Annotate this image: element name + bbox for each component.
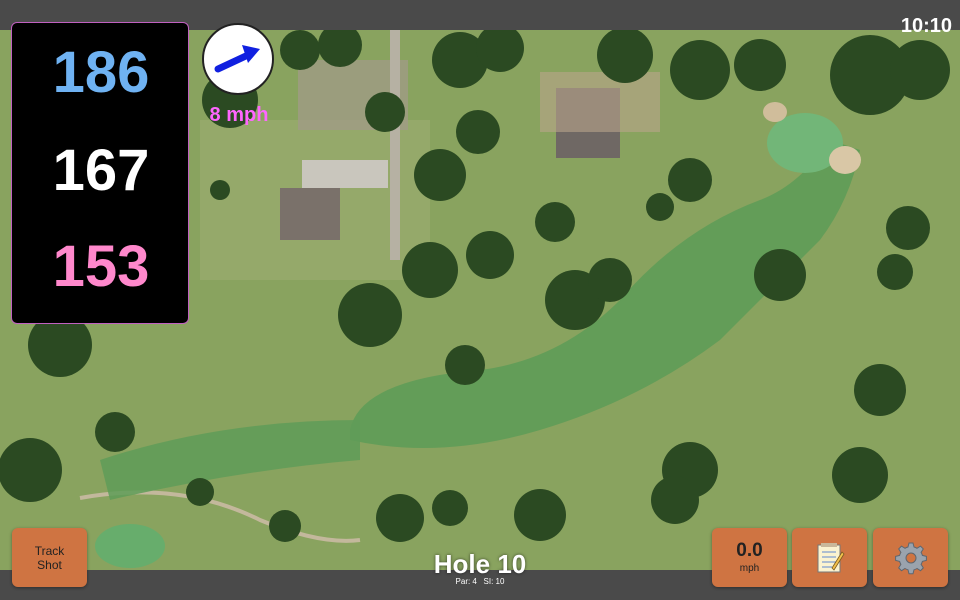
stroke-index-label: SI: 10 xyxy=(483,577,505,586)
speed-unit: mph xyxy=(739,562,760,574)
back-yardage: 186 xyxy=(52,40,150,105)
clock: 10:10 xyxy=(900,15,952,37)
notes-button[interactable] xyxy=(792,528,867,587)
track-shot-label-line1: Track xyxy=(34,543,65,558)
notepad-icon xyxy=(817,542,845,572)
speed-button[interactable]: 0.0 mph xyxy=(712,528,787,587)
hole-info: Par: 4 SI: 10 xyxy=(380,577,580,587)
center-yardage: 167 xyxy=(52,138,150,203)
yardage-panel: 186 167 153 xyxy=(11,22,189,324)
speed-value: 0.0 xyxy=(736,539,763,561)
wind-indicator xyxy=(202,23,274,95)
track-shot-button[interactable]: Track Shot xyxy=(12,528,87,587)
wind-direction-arrow-icon xyxy=(214,45,260,73)
hole-title: Hole 10 xyxy=(433,549,527,579)
front-yardage: 153 xyxy=(52,234,150,299)
track-shot-label-line2: Shot xyxy=(37,557,62,572)
par-label: Par: 4 xyxy=(455,577,477,586)
gear-icon xyxy=(894,542,927,574)
settings-button[interactable] xyxy=(873,528,948,587)
wind-speed: 8 mph xyxy=(209,104,269,126)
